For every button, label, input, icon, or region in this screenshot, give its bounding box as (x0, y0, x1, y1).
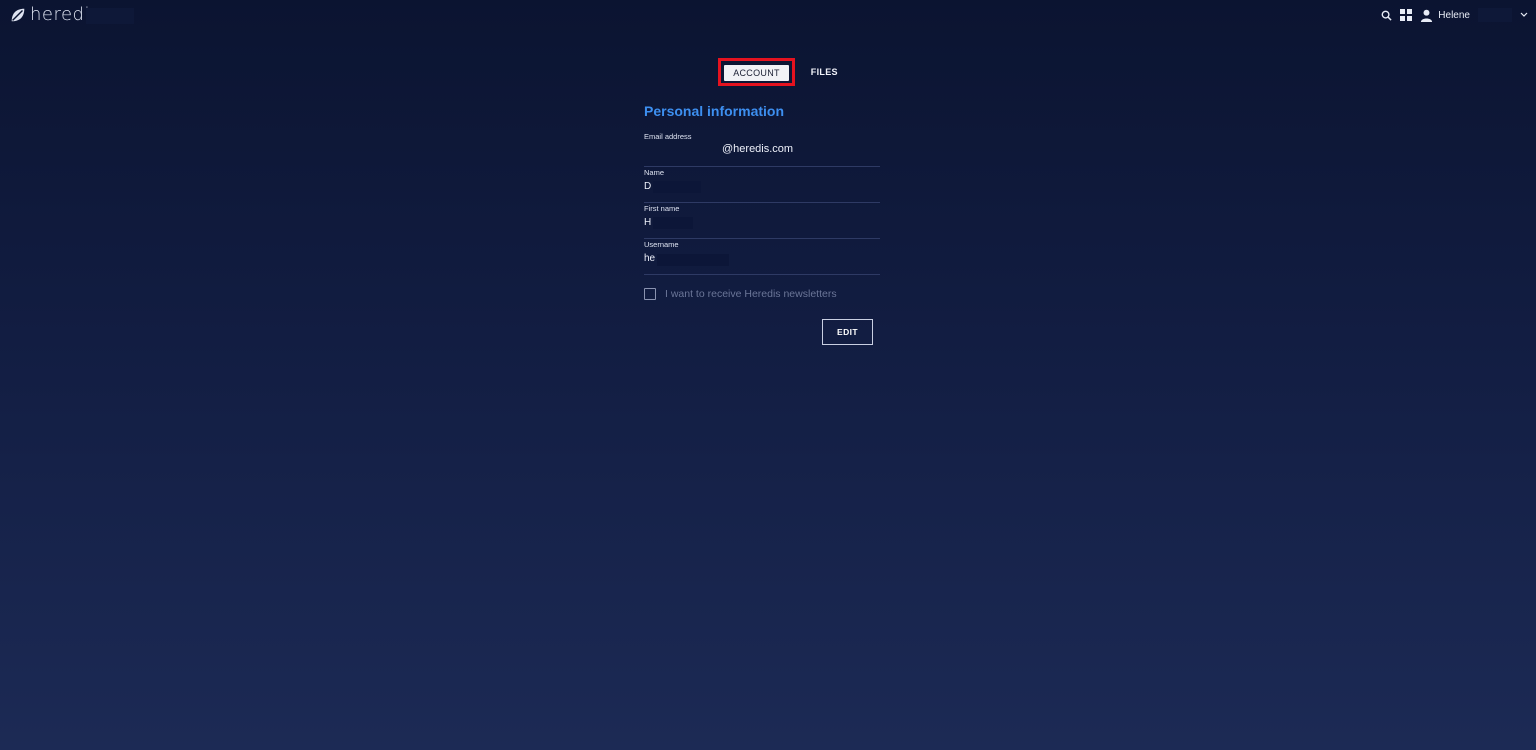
newsletter-checkbox[interactable] (644, 288, 656, 300)
newsletter-label: I want to receive Heredis newsletters (665, 288, 837, 300)
newsletter-option[interactable]: I want to receive Heredis newsletters (644, 288, 880, 300)
personal-information-panel: Personal information Email address @here… (644, 100, 880, 300)
section-title: Personal information (644, 103, 785, 119)
tab-list: ACCOUNT FILES (718, 58, 838, 86)
username-field[interactable]: Username he (644, 239, 880, 275)
name-value: D (644, 181, 652, 192)
tab-account[interactable]: ACCOUNT (724, 65, 789, 81)
name-label: Name (644, 168, 665, 177)
first-name-value: H (644, 217, 652, 228)
user-name[interactable]: Helene (1438, 10, 1470, 21)
search-icon[interactable] (1381, 10, 1392, 21)
redacted-area (657, 254, 729, 266)
redacted-area (653, 217, 693, 229)
tab-account-highlight: ACCOUNT (718, 58, 795, 86)
tab-files[interactable]: FILES (811, 67, 838, 77)
chevron-down-icon[interactable] (1520, 12, 1528, 18)
username-label: Username (644, 240, 679, 249)
first-name-field[interactable]: First name H (644, 203, 880, 239)
redacted-area (86, 8, 134, 24)
redacted-area (1478, 8, 1512, 22)
edit-button[interactable]: EDIT (822, 319, 873, 345)
name-field[interactable]: Name D (644, 167, 880, 203)
email-label: Email address (644, 132, 692, 141)
grid-icon[interactable] (1400, 9, 1413, 21)
redacted-area (653, 181, 701, 193)
account-tabs: ACCOUNT FILES (0, 58, 1536, 86)
user-icon[interactable] (1420, 9, 1433, 22)
top-bar: heredis Helene (0, 0, 1536, 32)
leaf-logo-icon (11, 8, 25, 21)
email-field[interactable]: Email address @heredis.com (644, 131, 880, 167)
email-value: @heredis.com (722, 143, 794, 155)
header-actions: Helene (1381, 8, 1528, 22)
first-name-label: First name (644, 204, 680, 213)
username-value: he (644, 253, 656, 264)
